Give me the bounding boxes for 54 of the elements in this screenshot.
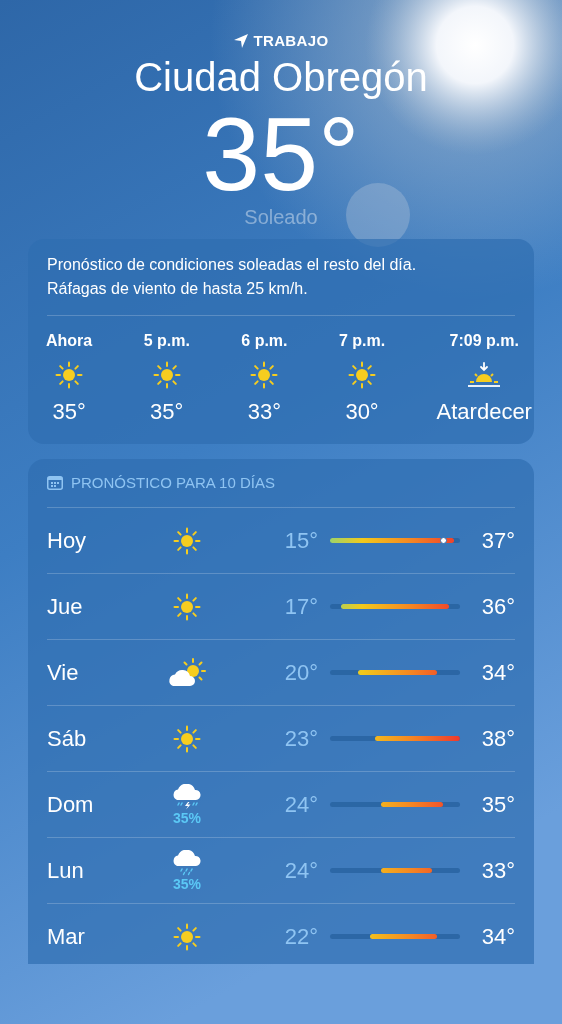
temperature-range-bar [380,868,432,873]
high-temperature: 36° [480,593,515,621]
calendar-icon [47,476,63,490]
day-label: Lun [47,857,85,885]
day-label: Mar [47,923,86,951]
summary-text: Pronóstico de condiciones soleadas el resto del día. Ráfagas de viento de hasta 25 km/h. [46,255,418,299]
hour-label: 7:09 p.m. [449,331,519,351]
low-temperature: 17° [283,593,318,621]
high-temperature: 38° [480,725,515,753]
sun-icon [55,361,84,389]
sun-icon [173,724,201,753]
high-temperature: 34° [480,923,515,951]
high-temperature: 34° [480,659,515,687]
low-temperature: 15° [283,527,318,555]
sun-icon [250,361,279,389]
precipitation-chance: 35% [173,809,201,826]
rain-cloud-icon [171,849,203,876]
thunderstorm-icon [171,783,203,810]
hour-value: Atardecer [436,398,532,426]
hour-value: 30° [345,398,379,426]
hour-label: 5 p.m. [143,331,190,351]
hour-label: 6 p.m. [241,331,288,351]
high-temperature: 35° [480,791,515,819]
location-arrow-icon [233,33,250,49]
day-label: Dom [47,791,95,819]
hour-value: 33° [247,398,282,426]
high-temperature: 37° [480,527,515,555]
hour-label: Ahora [46,331,93,351]
sun-icon [348,361,377,389]
hour-value: 35° [52,398,86,426]
sun-icon [152,361,181,389]
low-temperature: 22° [283,923,318,951]
sun-behind-cloud-icon [167,657,207,688]
low-temperature: 24° [283,791,318,819]
sun-icon [173,526,201,555]
high-temperature: 33° [480,857,515,885]
hour-label: 7 p.m. [338,331,386,351]
day-label: Jue [47,593,84,621]
day-label: Vie [47,659,80,687]
low-temperature: 23° [283,725,318,753]
day-label: Sáb [47,725,88,753]
city-name: Ciudad Obregón [134,54,428,101]
forecast-title: PRONÓSTICO PARA 10 DÍAS [71,472,275,493]
sun-icon [173,592,201,621]
location-label: TRABAJO [253,30,329,51]
hour-value: 35° [150,398,184,426]
sun-icon [173,922,201,951]
sunset-icon [467,361,502,389]
low-temperature: 24° [283,857,318,885]
precipitation-chance: 35% [173,875,201,892]
low-temperature: 20° [283,659,318,687]
temperature-range-bar [369,934,438,939]
temperature-range-bar [380,802,444,807]
day-label: Hoy [47,527,88,555]
